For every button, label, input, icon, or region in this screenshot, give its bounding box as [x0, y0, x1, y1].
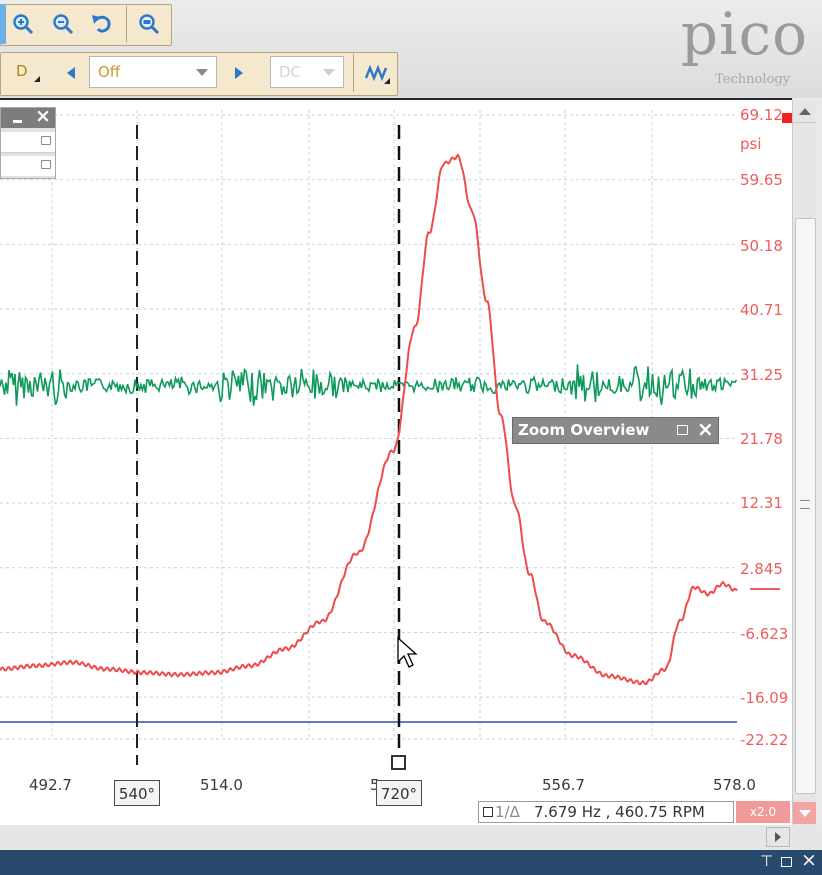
docked-panel-bar: ⊤ ×	[0, 849, 822, 875]
chevron-left-icon	[67, 67, 75, 79]
zoom-in-button[interactable]	[9, 10, 37, 38]
logo-wordmark: pico	[680, 0, 808, 68]
toolbar-separator	[126, 6, 127, 42]
vertical-scrollbar[interactable]	[792, 100, 817, 825]
scroll-down-button[interactable]	[793, 802, 816, 824]
trigger-mode-label: D	[16, 62, 28, 80]
mouse-pointer-icon	[397, 636, 418, 668]
chevron-right-icon	[235, 67, 243, 79]
horizontal-scrollbar[interactable]	[0, 825, 822, 850]
dropdown-corner-icon	[34, 76, 40, 82]
restore-window-icon[interactable]	[781, 857, 792, 867]
scroll-right-button[interactable]	[766, 827, 790, 847]
zoom-factor-badge: x2.0	[736, 801, 790, 823]
dropdown-arrow-icon	[323, 69, 335, 76]
dropdown-arrow-icon	[196, 69, 208, 76]
grip-icon	[800, 500, 810, 509]
toolbar: D Off DC pico Technology	[0, 0, 822, 98]
close-icon[interactable]: ×	[35, 105, 51, 127]
y-tick-label: 2.845	[740, 560, 783, 578]
y-tick-label: -6.623	[740, 625, 789, 643]
waveform-icon	[364, 64, 390, 84]
signal-generator-button[interactable]	[362, 58, 392, 88]
chevron-up-icon	[798, 107, 811, 115]
restore-window-icon[interactable]	[677, 425, 688, 435]
trigger-mode-button[interactable]: D	[8, 58, 48, 88]
lock-icon[interactable]	[41, 160, 51, 169]
channel-marker[interactable]	[782, 113, 792, 123]
y-tick-label: 50.18	[740, 237, 783, 255]
vibration-trace	[0, 364, 738, 406]
ruler-marker	[750, 588, 780, 590]
measurement-square-icon	[483, 807, 493, 817]
lock-icon[interactable]	[41, 136, 51, 145]
x-tick-label: 492.7	[29, 776, 72, 794]
close-icon[interactable]: ×	[801, 849, 817, 871]
logo-tagline: Technology	[715, 72, 790, 87]
selection-edge	[0, 4, 6, 44]
x-tick-label: 514.0	[200, 776, 243, 794]
frequency-measurement: 1/Δ 7.679 Hz , 460.75 RPM	[478, 801, 734, 823]
trigger-previous-button[interactable]	[56, 58, 86, 88]
minimize-icon[interactable]	[13, 120, 22, 123]
scroll-up-button[interactable]	[793, 100, 816, 123]
y-tick-label: -22.22	[740, 731, 789, 749]
zoom-to-fit-icon	[139, 14, 160, 35]
y-tick-label: 59.65	[740, 171, 783, 189]
trigger-next-button[interactable]	[224, 58, 254, 88]
zoom-to-fit-button[interactable]	[135, 10, 163, 38]
coupling-value: DC	[279, 63, 302, 81]
zoom-out-button[interactable]	[49, 10, 77, 38]
pico-logo: pico Technology	[640, 0, 812, 92]
y-tick-label: 31.25	[740, 366, 783, 384]
cursor-label-540[interactable]: 540°	[114, 780, 160, 806]
y-tick-label: 21.78	[740, 430, 783, 448]
undo-zoom-button[interactable]	[88, 10, 116, 38]
ruler-legend-panel: ×	[0, 105, 56, 179]
zoom-overview-window[interactable]: Zoom Overview ×	[512, 417, 719, 444]
x-tick-label: 556.7	[542, 776, 585, 794]
y-tick-label: 12.31	[740, 494, 783, 512]
zoom-overview-title: Zoom Overview	[518, 421, 650, 439]
x-tick-label: 578.0	[713, 776, 756, 794]
measurement-value: 7.679 Hz , 460.75 RPM	[534, 803, 705, 821]
zoom-in-icon	[13, 14, 34, 35]
y-tick-label: 40.71	[740, 301, 783, 319]
toolbar-separator	[353, 54, 354, 92]
measurement-prefix: 1/Δ	[495, 803, 520, 821]
close-icon[interactable]: ×	[697, 417, 714, 442]
zoom-factor-value: x2.0	[749, 805, 777, 819]
trigger-type-value: Off	[98, 63, 121, 81]
scope-plot[interactable]	[0, 100, 792, 825]
chevron-right-icon	[775, 832, 781, 842]
pin-icon[interactable]: ⊤	[760, 852, 773, 870]
cursor-handle[interactable]	[391, 755, 406, 770]
y-tick-label: -16.09	[740, 689, 789, 707]
chevron-down-icon	[798, 809, 811, 817]
cursor-label-720[interactable]: 720°	[376, 780, 422, 806]
y-axis-unit: psi	[740, 135, 762, 153]
trigger-type-select[interactable]: Off	[89, 56, 217, 88]
undo-icon	[92, 15, 111, 33]
coupling-select[interactable]: DC	[270, 56, 344, 88]
zoom-out-icon	[53, 14, 74, 35]
y-tick-label: 69.12	[740, 106, 783, 124]
